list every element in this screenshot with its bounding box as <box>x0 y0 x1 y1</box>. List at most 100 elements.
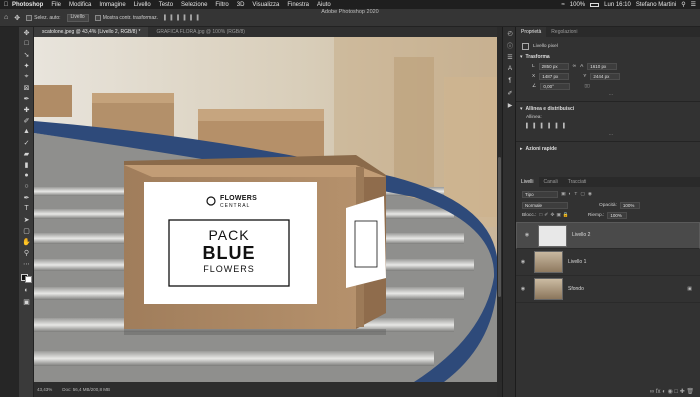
menu-aiuto[interactable]: Aiuto <box>317 2 331 8</box>
eraser-icon[interactable]: ▰ <box>19 148 34 159</box>
color-swatches-icon[interactable] <box>19 269 34 285</box>
apple-icon[interactable]:  <box>0 2 12 8</box>
clock[interactable]: Lun 16:10 <box>604 2 631 8</box>
lasso-icon[interactable]: ➘ <box>19 49 34 60</box>
layer-name[interactable]: Livello 1 <box>568 259 586 265</box>
align-icons[interactable]: ▌▌▌▌▌▌ <box>164 15 203 21</box>
menu-testo[interactable]: Testo <box>159 2 173 8</box>
brush-settings-icon[interactable]: ✐ <box>503 87 517 99</box>
angle-field[interactable]: 0,00° <box>540 82 571 90</box>
menu-filtro[interactable]: Filtro <box>215 2 228 8</box>
quick-actions-header[interactable]: ▸ Azioni rapide <box>516 144 700 153</box>
menu-visualizza[interactable]: Visualizza <box>252 2 279 8</box>
more-tools-icon[interactable]: ⋯ <box>19 258 34 269</box>
wifi-icon[interactable]: ≈ <box>561 2 564 8</box>
tab-paths[interactable]: Tracciati <box>563 177 592 187</box>
battery-icon[interactable] <box>590 2 600 7</box>
screen-mode-icon[interactable]: ▣ <box>19 296 34 307</box>
menu-3d[interactable]: 3D <box>237 2 245 8</box>
eyedropper-icon[interactable]: ✒ <box>19 93 34 104</box>
menu-file[interactable]: File <box>51 2 61 8</box>
layers-footer-icons[interactable]: ∞ fx ◐ ◉ □ ✚ 🗑 <box>644 388 694 395</box>
layer-row[interactable]: ◉ Livello 2 <box>516 222 700 249</box>
zoom-icon[interactable]: ⚲ <box>19 247 34 258</box>
tab-layers[interactable]: Livelli <box>516 177 539 187</box>
paragraph-icon[interactable]: ¶ <box>503 75 517 87</box>
blur-icon[interactable]: ● <box>19 170 34 181</box>
character-icon[interactable]: A <box>503 63 517 75</box>
path-select-icon[interactable]: ➤ <box>19 214 34 225</box>
show-transform-checkbox[interactable]: Mostra contr. trasformaz. <box>94 14 158 21</box>
frame-icon[interactable]: ⊠ <box>19 82 34 93</box>
layer-kind-dropdown[interactable]: Tipo <box>522 191 558 198</box>
height-field[interactable]: 1610 px <box>587 62 618 70</box>
align-header[interactable]: ▾ Allinea e distribuisci <box>516 104 700 113</box>
menu-photoshop[interactable]: Photoshop <box>12 2 43 8</box>
quick-select-icon[interactable]: ✦ <box>19 60 34 71</box>
control-center-icon[interactable]: ☰ <box>691 1 696 8</box>
layer-name[interactable]: Livello 2 <box>572 232 590 239</box>
history-icon[interactable]: ◴ <box>503 27 517 39</box>
y-field[interactable]: 2444 px <box>590 72 621 80</box>
user-name[interactable]: Stefano Martini <box>636 2 676 8</box>
type-icon[interactable]: T <box>19 203 34 214</box>
gradient-icon[interactable]: ▮ <box>19 159 34 170</box>
quick-mask-icon[interactable]: ◐ <box>19 285 34 296</box>
crop-icon[interactable]: ⌖ <box>19 71 34 82</box>
rectangle-icon[interactable]: ▢ <box>19 225 34 236</box>
move-icon[interactable]: ✥ <box>19 27 34 38</box>
transform-more-icon[interactable]: ⋯ <box>516 91 700 99</box>
right-panel: Proprietà Regolazioni Livello pixel ▾ Tra… <box>516 27 700 397</box>
eye-icon[interactable]: ◉ <box>520 232 534 239</box>
opacity-field[interactable]: 100% <box>619 201 640 209</box>
filter-icons[interactable]: ▣◐T▢◉ <box>561 192 595 197</box>
tools-panel: ✥ □ ➘ ✦ ⌖ ⊠ ✒ ✚ ✐ ▲ ✓ ▰ ▮ ● ○ ✒ T ➤ ▢ ✋ … <box>19 27 34 397</box>
transform-header[interactable]: ▾ Trasforma <box>516 52 700 61</box>
hand-icon[interactable]: ✋ <box>19 236 34 247</box>
dodge-icon[interactable]: ○ <box>19 181 34 192</box>
width-field[interactable]: 2850 px <box>538 62 569 70</box>
align-more-icon[interactable]: ⋯ <box>516 131 700 139</box>
document-canvas[interactable]: FLOWERS CENTRAL PACK BLUE FLOWERS <box>34 37 497 382</box>
transform-title: Trasforma <box>525 53 550 60</box>
info-icon[interactable]: ⓘ <box>503 39 517 51</box>
blend-mode-dropdown[interactable]: Normale <box>522 201 568 209</box>
tab-scatolone[interactable]: scatolone.jpeg @ 43,4% (Livello 2, RGB/8… <box>34 27 149 37</box>
home-icon[interactable]: ⌂ <box>4 14 8 21</box>
auto-select-checkbox[interactable]: Selez. auto: <box>26 14 61 21</box>
menu-immagine[interactable]: Immagine <box>99 2 125 8</box>
layer-row[interactable]: ◉ Sfondo ▣ <box>516 276 700 303</box>
history-brush-icon[interactable]: ✓ <box>19 137 34 148</box>
tab-adjustments[interactable]: Regolazioni <box>546 27 582 37</box>
lock-icons[interactable]: □✐✥▣🔒 <box>539 213 570 218</box>
x-field[interactable]: 1487 px <box>539 72 570 80</box>
layer-row[interactable]: ◉ Livello 1 <box>516 249 700 276</box>
zoom-level[interactable]: 43,43% <box>37 387 52 392</box>
flip-icons[interactable]: ▯▯ <box>584 84 589 89</box>
menu-finestra[interactable]: Finestra <box>287 2 309 8</box>
stamp-icon[interactable]: ▲ <box>19 126 34 137</box>
eye-icon[interactable]: ◉ <box>516 259 530 265</box>
link-icon[interactable]: ∞ <box>573 64 576 69</box>
properties-icon[interactable]: ☰ <box>503 51 517 63</box>
lock-icon[interactable]: ▣ <box>687 286 692 292</box>
fill-field[interactable]: 100% <box>607 211 628 219</box>
eye-icon[interactable]: ◉ <box>516 286 530 292</box>
layer-name[interactable]: Sfondo <box>568 286 584 292</box>
align-buttons-icon[interactable]: ▌▌▌▌▌▌ <box>516 121 700 131</box>
blend-row: Normale Opacità: 100% <box>516 200 700 210</box>
menu-selezione[interactable]: Selezione <box>181 2 207 8</box>
search-icon[interactable]: ⚲ <box>681 1 685 8</box>
marquee-icon[interactable]: □ <box>19 38 34 49</box>
play-icon[interactable]: ▶ <box>503 99 517 111</box>
layer-thumbnail <box>534 251 563 273</box>
pen-icon[interactable]: ✒ <box>19 192 34 203</box>
brush-icon[interactable]: ✐ <box>19 115 34 126</box>
healing-icon[interactable]: ✚ <box>19 104 34 115</box>
tab-grafica-flora[interactable]: GRAFICA FLORA.jpg @ 100% (RGB/8) <box>148 27 252 37</box>
tab-channels[interactable]: Canali <box>539 177 563 187</box>
menu-livello[interactable]: Livello <box>134 2 151 8</box>
scroll-thumb[interactable] <box>498 157 501 297</box>
menu-modifica[interactable]: Modifica <box>69 2 91 8</box>
tab-properties[interactable]: Proprietà <box>516 27 547 37</box>
